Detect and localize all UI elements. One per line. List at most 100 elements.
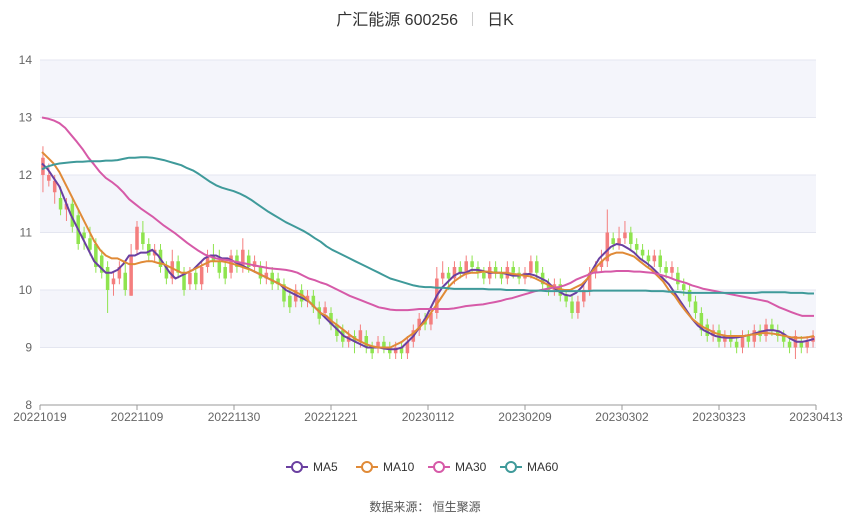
- candle: [493, 261, 498, 279]
- candle: [217, 249, 222, 279]
- candle-body: [288, 295, 292, 308]
- candle-body: [576, 301, 580, 313]
- candle-body: [141, 232, 145, 244]
- candle-body: [323, 307, 327, 313]
- candle: [670, 261, 674, 279]
- candle-body: [223, 267, 227, 279]
- candle: [264, 261, 269, 285]
- candle-body: [135, 226, 139, 250]
- candle-body: [687, 290, 692, 302]
- candle: [440, 261, 445, 285]
- candle-body: [640, 249, 645, 256]
- candle: [176, 255, 180, 279]
- legend-item-ma30[interactable]: MA30: [428, 460, 487, 474]
- candle-body: [752, 330, 757, 342]
- candle-body: [617, 238, 621, 244]
- x-tick-label: 20221130: [208, 410, 261, 424]
- legend-item-ma60[interactable]: MA60: [500, 460, 559, 474]
- candle-body: [446, 272, 451, 279]
- candle-body: [634, 244, 639, 250]
- candle: [258, 261, 263, 285]
- candle-body: [693, 301, 698, 313]
- candle-body: [805, 341, 809, 348]
- legend-marker-icon: [361, 461, 373, 473]
- candle-body: [529, 261, 533, 273]
- legend[interactable]: MA5 MA10 MA30 MA60: [286, 460, 559, 474]
- candle-body: [270, 272, 274, 285]
- candle: [499, 267, 504, 285]
- candle-body: [623, 232, 627, 239]
- y-tick-label: 9: [25, 341, 32, 355]
- legend-item-ma10[interactable]: MA10: [356, 460, 415, 474]
- grid-band: [40, 175, 816, 233]
- candle-body: [570, 301, 574, 313]
- x-tick-label: 20221109: [111, 410, 164, 424]
- candle-body: [111, 278, 116, 285]
- x-tick-label: 20230323: [692, 410, 746, 424]
- candle: [482, 267, 486, 285]
- candle-body: [611, 238, 615, 244]
- candle-body: [658, 255, 662, 267]
- candle-body: [470, 261, 474, 267]
- candle-body: [105, 267, 110, 290]
- x-axis: 20221019 20221109 20221130 20221221 20230112…: [13, 404, 843, 424]
- legend-marker-icon: [291, 461, 303, 473]
- candle-body: [670, 267, 674, 273]
- candle-body: [734, 341, 739, 348]
- y-tick-label: 14: [19, 53, 33, 67]
- candle-body: [664, 267, 668, 273]
- grid: [40, 59, 816, 406]
- legend-label: MA60: [527, 460, 559, 474]
- candle-body: [146, 244, 151, 256]
- candle: [223, 261, 227, 285]
- candle-body: [482, 272, 486, 279]
- data-source: 数据来源： 恒生聚源: [369, 500, 481, 514]
- candle-body: [564, 295, 568, 302]
- candle-body: [258, 267, 263, 279]
- candle-body: [629, 232, 633, 244]
- legend-label: MA10: [383, 460, 415, 474]
- candle-body: [534, 261, 539, 273]
- candle: [276, 272, 280, 290]
- candle-body: [88, 238, 92, 250]
- candle-body: [129, 255, 133, 296]
- candle-body: [217, 261, 222, 273]
- legend-item-ma5[interactable]: MA5: [286, 460, 338, 474]
- candle: [658, 249, 662, 273]
- candle-body: [199, 267, 204, 285]
- x-tick-label: 20230209: [498, 410, 552, 424]
- candle: [652, 249, 657, 267]
- candle-body: [194, 272, 198, 285]
- y-tick-label: 12: [19, 168, 33, 182]
- legend-marker-icon: [433, 461, 445, 473]
- x-tick-label: 20230112: [402, 410, 455, 424]
- candle-body: [47, 175, 51, 181]
- x-tick-label: 20221019: [13, 410, 67, 424]
- grid-band: [40, 60, 816, 118]
- candle-body: [58, 198, 63, 210]
- candle: [194, 267, 198, 290]
- candlestick-chart: 891011121314 20221019 20221109 20221130 202…: [13, 53, 843, 474]
- legend-marker-icon: [505, 461, 517, 473]
- candle-body: [740, 336, 745, 348]
- candle: [676, 267, 680, 290]
- candle-body: [511, 267, 516, 273]
- x-tick-label: 20230302: [595, 410, 649, 424]
- candle: [129, 244, 133, 296]
- candle-body: [787, 341, 792, 348]
- candle-body: [440, 272, 445, 279]
- candle-body: [652, 255, 657, 262]
- candle-body: [676, 272, 680, 285]
- legend-label: MA5: [313, 460, 338, 474]
- y-tick-label: 13: [19, 111, 33, 125]
- candle-body: [646, 255, 651, 262]
- candle-body: [746, 336, 751, 342]
- candle: [117, 261, 122, 285]
- y-axis: 891011121314: [19, 53, 33, 412]
- y-tick-label: 11: [20, 226, 33, 240]
- candle-body: [123, 272, 128, 290]
- y-tick-label: 10: [19, 283, 33, 297]
- candle: [270, 267, 274, 290]
- candle: [146, 238, 151, 262]
- candle-body: [681, 284, 686, 290]
